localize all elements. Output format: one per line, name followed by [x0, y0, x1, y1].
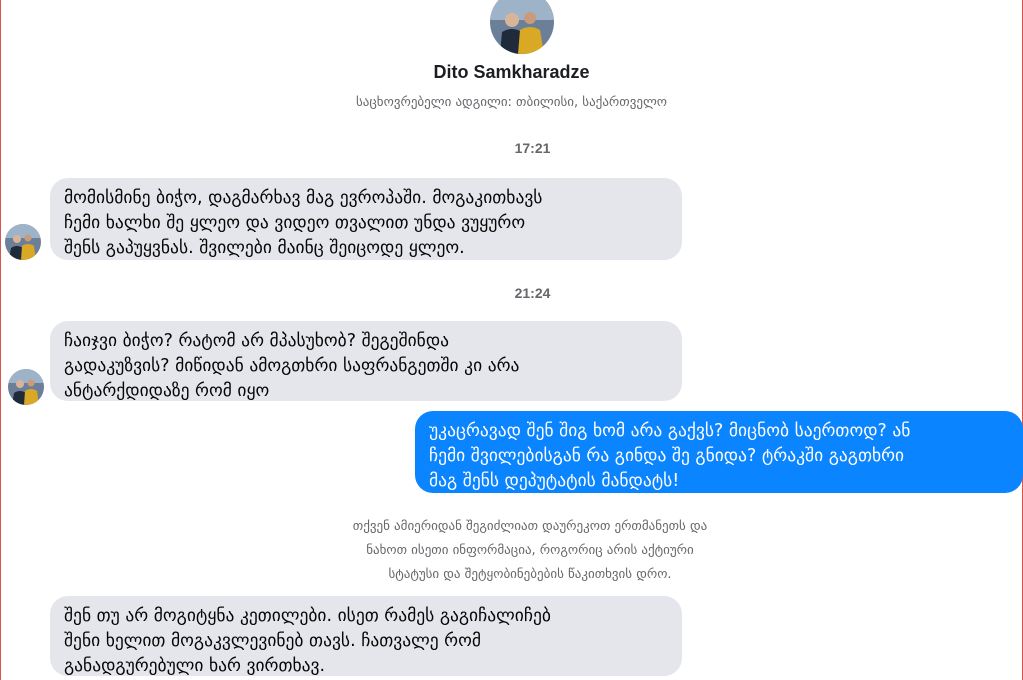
message-bubble-incoming[interactable]: მომისმინე ბიჭო, დაგმარხავ მაგ ევროპაში. … [50, 178, 682, 260]
message-bubble-incoming[interactable]: ჩაიჯვი ბიჭო? რატომ არ მპასუხობ? შეგეშინდ… [50, 321, 682, 401]
conversation-notice: თქვენ ამიერიდან შეგიძლიათ დაურეკოთ ერთმა… [352, 519, 708, 582]
sender-avatar[interactable] [5, 224, 41, 260]
profile-name[interactable]: Dito Samkharadze [0, 62, 1023, 83]
profile-avatar[interactable] [490, 0, 554, 54]
profile-location: საცხოვრებელი ადგილი: თბილისი, საქართველო [355, 95, 668, 110]
sender-avatar[interactable] [8, 369, 44, 405]
message-bubble-incoming[interactable]: შენ თუ არ მოგიტყნა კეთილები. ისეთ რამეს … [50, 596, 682, 676]
timestamp: 17:21 [514, 140, 551, 156]
timestamp: 21:24 [514, 285, 551, 301]
message-bubble-outgoing[interactable]: უკაცრავად შენ შიგ ხომ არა გაქვს? მიცნობ … [415, 411, 1023, 493]
